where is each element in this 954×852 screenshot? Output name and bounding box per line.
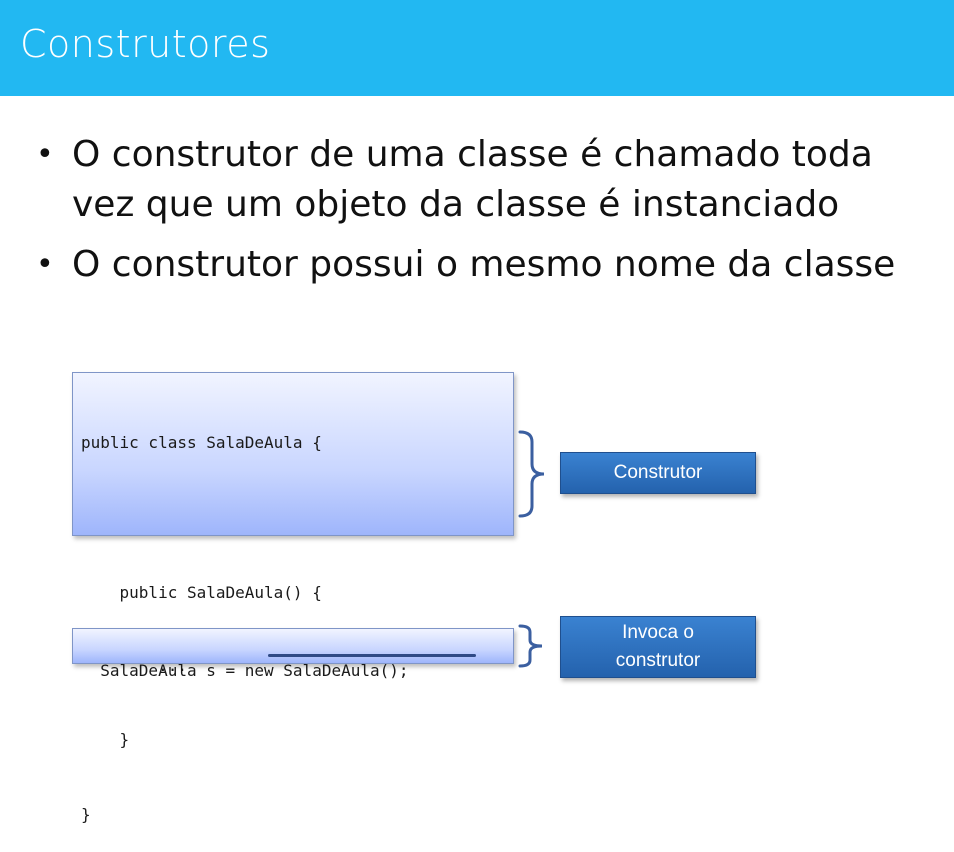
- code-line: }: [81, 805, 91, 824]
- right-brace-icon: [518, 624, 543, 668]
- code-line: }: [81, 730, 130, 749]
- right-brace-icon: [518, 430, 545, 518]
- bullet-item: • O construtor de uma classe é chamado t…: [36, 130, 936, 230]
- bullet-dot-icon: •: [36, 247, 54, 282]
- construtor-label: Construtor: [560, 452, 756, 494]
- bullet-list: • O construtor de uma classe é chamado t…: [36, 130, 936, 300]
- slide-title: Construtores: [20, 22, 271, 66]
- bullet-text: O construtor possui o mesmo nome da clas…: [72, 244, 896, 285]
- constructor-call-underline: [268, 654, 476, 657]
- invoca-construtor-label: Invoca o construtor: [560, 616, 756, 678]
- code-line: public class SalaDeAula {: [81, 433, 322, 452]
- instantiation-code-block: SalaDeAula s = new SalaDeAula();: [72, 628, 514, 680]
- bullet-item: • O construtor possui o mesmo nome da cl…: [36, 240, 936, 290]
- label-line: construtor: [615, 650, 701, 671]
- bullet-text: O construtor de uma classe é chamado tod…: [72, 134, 873, 225]
- code-line: public SalaDeAula() {: [81, 583, 322, 602]
- label-line: Invoca o: [622, 622, 694, 643]
- slide-header: Construtores: [0, 0, 954, 96]
- bullet-dot-icon: •: [36, 137, 54, 172]
- class-code-block: public class SalaDeAula { public SalaDeA…: [72, 372, 514, 824]
- code-line: SalaDeAula s = new SalaDeAula();: [100, 661, 409, 680]
